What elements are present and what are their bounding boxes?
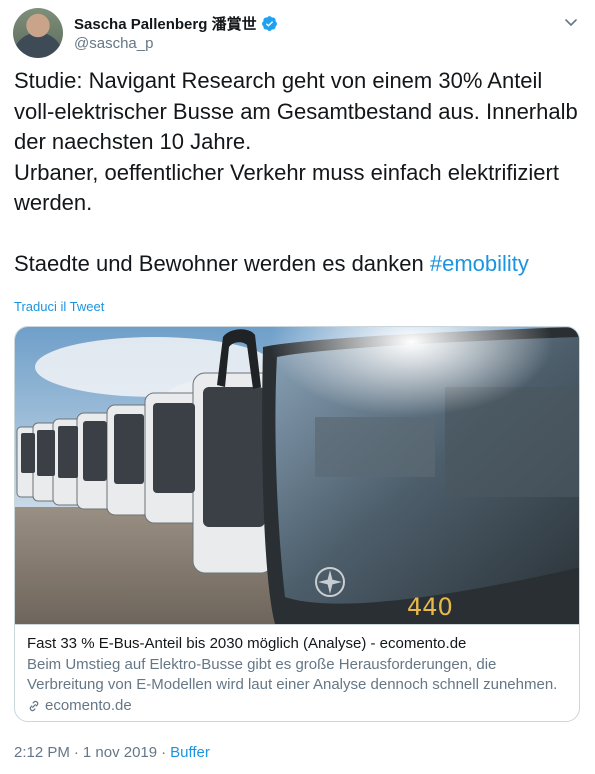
card-description: Beim Umstieg auf Elektro-Busse gibt es g…: [27, 656, 558, 693]
verified-badge-icon: [261, 16, 277, 31]
tweet-text: Studie: Navigant Research geht von einem…: [14, 66, 584, 280]
link-icon: [29, 700, 39, 712]
source-app-link[interactable]: Buffer: [170, 744, 210, 761]
author-handle[interactable]: @sascha_p: [74, 35, 153, 52]
bus-number-label: 440: [407, 593, 453, 621]
tweet-meta: 2:12 PM · 1 nov 2019 · Buffer: [14, 744, 210, 761]
author-row[interactable]: Sascha Pallenberg 潘賞世: [74, 13, 278, 34]
meta-separator: ·: [73, 744, 79, 761]
card-image: 440: [15, 327, 579, 624]
author-name[interactable]: Sascha Pallenberg 潘賞世: [74, 13, 257, 34]
card-title[interactable]: Fast 33 % E-Bus-Anteil bis 2030 möglich …: [27, 634, 567, 654]
card-domain-text[interactable]: ecomento.de: [45, 696, 132, 716]
meta-separator: ·: [161, 744, 167, 761]
avatar[interactable]: [13, 8, 63, 58]
chevron-down-icon[interactable]: [563, 14, 579, 30]
hashtag-link[interactable]: #emobility: [430, 251, 529, 276]
link-card[interactable]: 440 Fast 33 % E-Bus-Anteil bis 2030 mögl…: [14, 326, 580, 722]
tweet-body: Studie: Navigant Research geht von einem…: [14, 68, 578, 276]
card-body[interactable]: Fast 33 % E-Bus-Anteil bis 2030 möglich …: [15, 624, 579, 716]
tweet-time[interactable]: 2:12 PM: [14, 744, 70, 761]
tweet-date[interactable]: 1 nov 2019: [83, 744, 157, 761]
card-domain[interactable]: ecomento.de: [27, 696, 567, 716]
translate-link[interactable]: Traduci il Tweet: [14, 299, 104, 314]
